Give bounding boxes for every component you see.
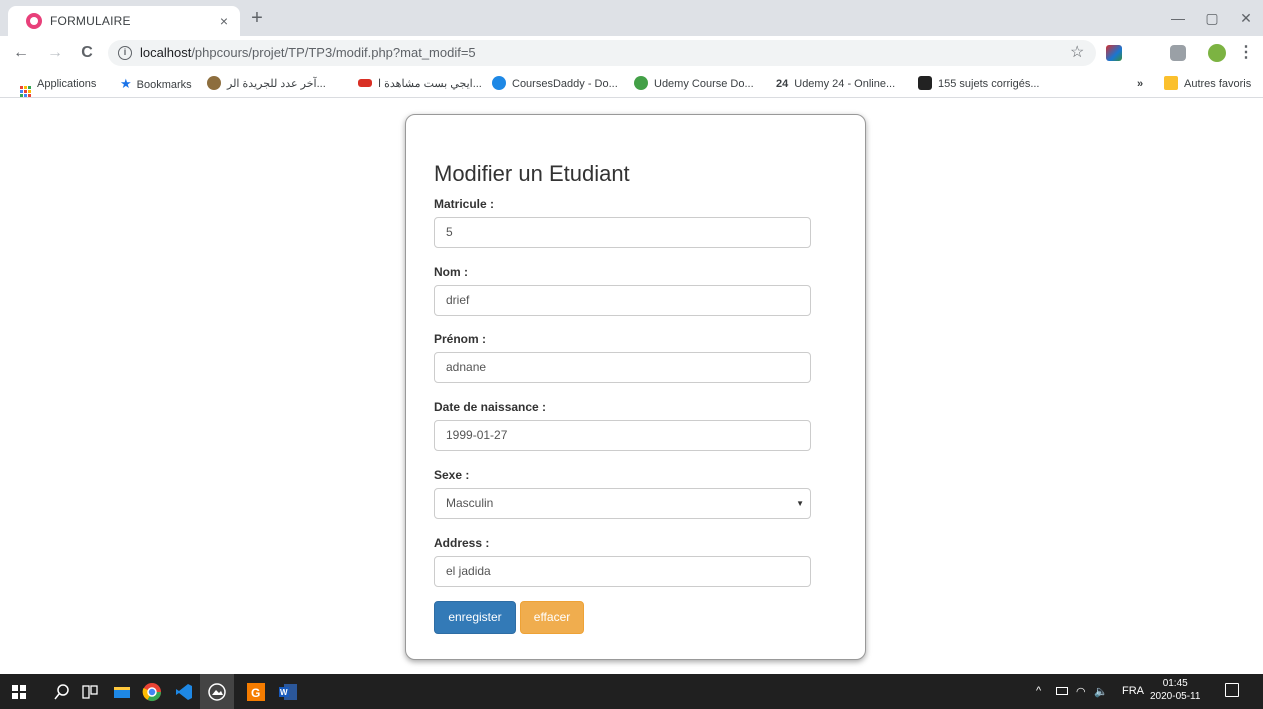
close-window-button[interactable]: ✕	[1232, 8, 1260, 28]
bookmark-coursesdaddy[interactable]: CoursesDaddy - Do...	[492, 76, 618, 92]
sexe-label: Sexe :	[434, 468, 470, 482]
effacer-button[interactable]: effacer	[520, 601, 584, 634]
page-content: Modifier un Etudiant Matricule : 5 Nom :…	[0, 99, 1263, 674]
prenom-input[interactable]: adnane	[434, 352, 811, 383]
matricule-label: Matricule :	[434, 197, 495, 211]
language-indicator[interactable]: FRA	[1122, 685, 1144, 697]
browser-toolbar: ← → C i localhost/phpcours/projet/TP/TP3…	[0, 36, 1263, 70]
folder-icon	[1164, 76, 1178, 90]
date-naissance-label: Date de naissance :	[434, 400, 547, 414]
profile-avatar[interactable]	[1208, 44, 1226, 62]
chrome-icon[interactable]	[142, 682, 162, 702]
back-button[interactable]: ←	[10, 42, 32, 64]
windows-taskbar: G W ^ ◠ 🔈 FRA 01:45 2020-05-11	[0, 674, 1263, 709]
info-icon[interactable]: i	[118, 46, 132, 60]
udemy24-icon: 24	[776, 78, 789, 90]
windows-start-icon[interactable]	[12, 685, 26, 699]
udemy-icon	[634, 76, 648, 90]
address-label: Address :	[434, 536, 490, 550]
bookmark-udemy-course[interactable]: Udemy Course Do...	[634, 76, 754, 92]
tab-close-icon[interactable]: ×	[215, 12, 233, 30]
minimize-button[interactable]: —	[1164, 8, 1192, 28]
date-naissance-input[interactable]: 1999-01-27	[434, 420, 811, 451]
volume-icon[interactable]: 🔈	[1094, 685, 1108, 698]
task-view-icon[interactable]	[80, 682, 100, 702]
bookmark-sujets[interactable]: 155 sujets corrigés...	[918, 76, 1040, 92]
prenom-label: Prénom :	[434, 332, 487, 346]
search-icon[interactable]	[52, 682, 72, 702]
svg-text:W: W	[280, 688, 288, 697]
code-app-icon[interactable]: G	[246, 682, 266, 702]
tab-favicon-icon	[26, 13, 42, 29]
file-explorer-icon[interactable]	[112, 682, 132, 702]
clock-time: 01:45	[1162, 678, 1188, 689]
browser-tab[interactable]: FORMULAIRE ×	[8, 6, 240, 36]
url-text[interactable]: localhost/phpcours/projet/TP/TP3/modif.p…	[140, 45, 476, 60]
tab-title: FORMULAIRE	[50, 14, 131, 28]
bookmarks-bar: Applications ★ Bookmarks آخر عدد للجريدة …	[0, 70, 1263, 98]
word-icon[interactable]: W	[278, 682, 298, 702]
extension-icon[interactable]	[1106, 45, 1122, 61]
restore-button[interactable]: ▢	[1198, 8, 1226, 28]
tray-up-icon[interactable]: ^	[1036, 685, 1041, 697]
sexe-selected-value: Masculin	[446, 496, 494, 510]
new-tab-button[interactable]: +	[246, 8, 268, 30]
bookmark-applications[interactable]: Applications	[20, 76, 96, 97]
address-input[interactable]: el jadida	[434, 556, 811, 587]
form-title: Modifier un Etudiant	[434, 161, 630, 186]
bookmark-arabic-journal[interactable]: آخر عدد للجريدة الر...	[207, 76, 326, 92]
egybest-icon	[358, 79, 372, 87]
shield-extension-icon[interactable]	[1170, 45, 1186, 61]
reload-button[interactable]: C	[76, 42, 98, 64]
apps-grid-icon	[20, 86, 31, 97]
matricule-input[interactable]: 5	[434, 217, 811, 248]
forward-button[interactable]: →	[44, 42, 66, 64]
photos-icon[interactable]	[207, 682, 227, 702]
enregistrer-button[interactable]: enregister	[434, 601, 516, 634]
nom-label: Nom :	[434, 265, 468, 279]
clock[interactable]: 01:45 2020-05-11	[1150, 677, 1200, 703]
chevron-down-icon: ▼	[796, 499, 804, 508]
bookmark-egybest[interactable]: ايجي بست مشاهدة ا...	[358, 76, 482, 92]
bookmark-bookmarks[interactable]: ★ Bookmarks	[120, 76, 192, 92]
notification-icon[interactable]	[1225, 683, 1239, 697]
clock-date: 2020-05-11	[1150, 691, 1201, 702]
bookmarks-overflow-icon[interactable]: »	[1137, 76, 1143, 92]
battery-icon[interactable]	[1056, 687, 1068, 695]
star-icon: ★	[120, 76, 132, 91]
svg-text:G: G	[251, 686, 260, 700]
sexe-select[interactable]: Masculin ▼	[434, 488, 811, 519]
address-bar[interactable]: i localhost/phpcours/projet/TP/TP3/modif…	[108, 40, 1096, 66]
student-form-card: Modifier un Etudiant Matricule : 5 Nom :…	[405, 114, 866, 660]
bookmark-other-favorites[interactable]: Autres favoris	[1164, 76, 1251, 92]
browser-menu-icon[interactable]: ⋮	[1238, 42, 1254, 62]
sujets-icon	[918, 76, 932, 90]
bookmark-udemy24[interactable]: 24 Udemy 24 - Online...	[776, 76, 895, 92]
wifi-icon[interactable]: ◠	[1076, 685, 1086, 698]
coursesdaddy-icon	[492, 76, 506, 90]
browser-titlebar: FORMULAIRE × + — ▢ ✕	[0, 0, 1263, 36]
vscode-icon[interactable]	[174, 682, 194, 702]
emblem-icon	[207, 76, 221, 90]
bookmark-star-icon[interactable]: ☆	[1070, 42, 1084, 62]
nom-input[interactable]: drief	[434, 285, 811, 316]
